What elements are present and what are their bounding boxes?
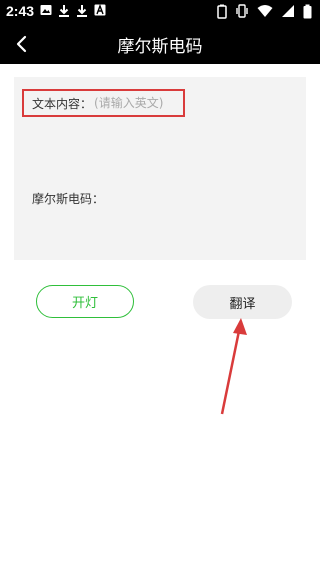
pointer-arrow [220,318,247,415]
